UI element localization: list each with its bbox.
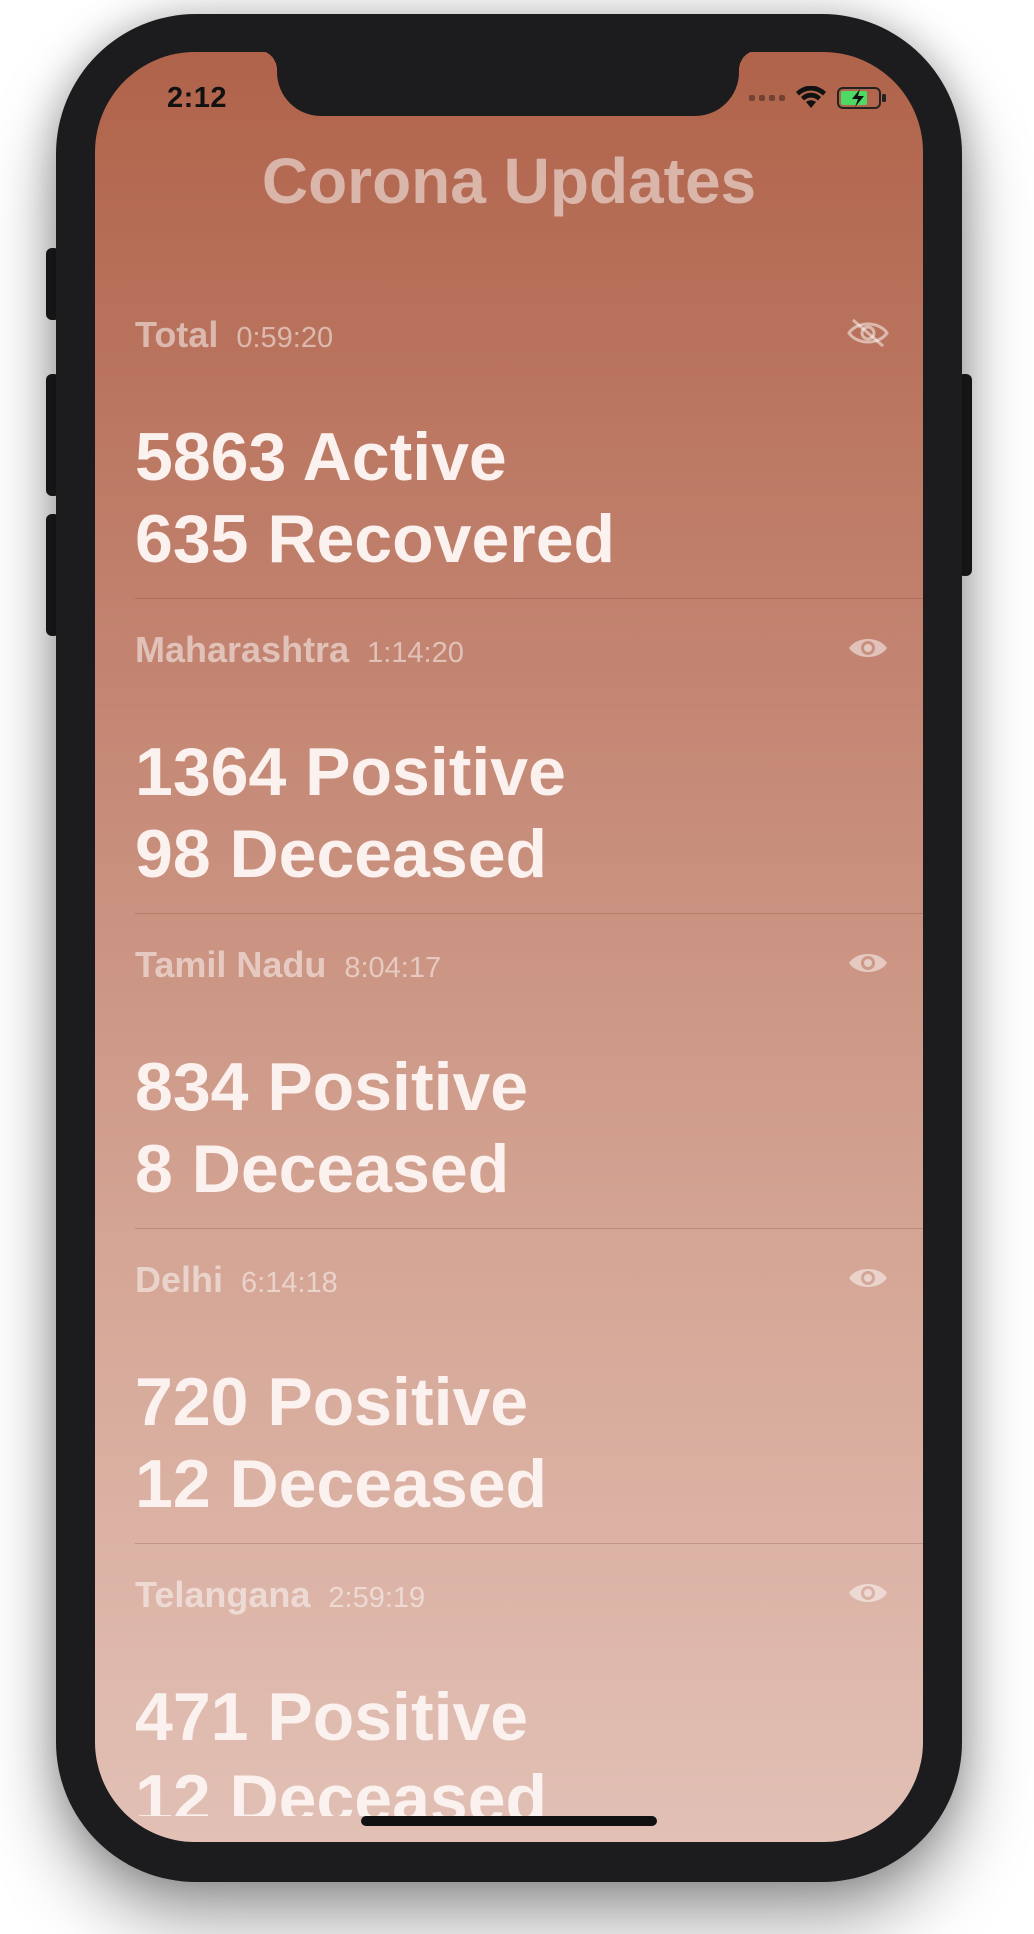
region-name: Telangana bbox=[135, 1574, 311, 1615]
region-name: Total bbox=[135, 314, 219, 355]
status-icons bbox=[749, 86, 887, 110]
list-item-delhi[interactable]: Delhi 6:14:18 720 Positive 12 Deceased bbox=[135, 1229, 923, 1544]
section-header: Maharashtra 1:14:20 bbox=[135, 629, 464, 671]
eye-slash-icon[interactable] bbox=[847, 318, 889, 348]
status-time: 2:12 bbox=[167, 82, 228, 114]
eye-icon[interactable] bbox=[847, 1263, 889, 1293]
update-timer: 8:04:17 bbox=[344, 952, 442, 984]
region-list[interactable]: Total 0:59:20 5863 Active 635 Recovered … bbox=[135, 284, 923, 1842]
update-timer: 0:59:20 bbox=[236, 322, 334, 354]
section-header: Total 0:59:20 bbox=[135, 314, 333, 356]
section-header: Telangana 2:59:19 bbox=[135, 1574, 425, 1616]
cellular-signal-icon bbox=[749, 95, 785, 101]
stage: 2:12 Corona Updates Total 0:59:20 5863 A… bbox=[0, 0, 1034, 1934]
stat-primary: 1364 Positive bbox=[135, 734, 566, 810]
stat-primary: 720 Positive bbox=[135, 1364, 529, 1440]
region-name: Tamil Nadu bbox=[135, 944, 327, 985]
stat-primary: 471 Positive bbox=[135, 1679, 529, 1755]
stat-primary: 834 Positive bbox=[135, 1049, 529, 1125]
stat-primary: 5863 Active bbox=[135, 419, 507, 495]
section-header: Delhi 6:14:18 bbox=[135, 1259, 338, 1301]
list-item-telangana[interactable]: Telangana 2:59:19 471 Positive 12 Deceas… bbox=[135, 1544, 923, 1842]
wifi-icon bbox=[796, 86, 826, 108]
stat-secondary: 12 Deceased bbox=[135, 1761, 548, 1816]
list-item-total[interactable]: Total 0:59:20 5863 Active 635 Recovered bbox=[135, 284, 923, 599]
stat-secondary: 8 Deceased bbox=[135, 1131, 510, 1207]
stat-secondary: 98 Deceased bbox=[135, 816, 548, 892]
stat-secondary: 12 Deceased bbox=[135, 1446, 548, 1522]
eye-icon[interactable] bbox=[847, 1578, 889, 1608]
update-timer: 6:14:18 bbox=[241, 1267, 338, 1299]
app-title: Corona Updates bbox=[261, 145, 757, 217]
list-item-maharashtra[interactable]: Maharashtra 1:14:20 1364 Positive 98 Dec… bbox=[135, 599, 923, 914]
region-name: Maharashtra bbox=[135, 629, 350, 670]
region-name: Delhi bbox=[135, 1259, 224, 1300]
eye-icon[interactable] bbox=[847, 948, 889, 978]
update-timer: 2:59:19 bbox=[328, 1582, 426, 1614]
list-item-tamil-nadu[interactable]: Tamil Nadu 8:04:17 834 Positive 8 Deceas… bbox=[135, 914, 923, 1229]
stat-secondary: 635 Recovered bbox=[135, 501, 616, 577]
notch bbox=[257, 52, 759, 116]
section-header: Tamil Nadu 8:04:17 bbox=[135, 944, 441, 986]
update-timer: 1:14:20 bbox=[367, 637, 464, 669]
home-indicator[interactable] bbox=[361, 1816, 657, 1826]
eye-icon[interactable] bbox=[847, 633, 889, 663]
phone-screen: 2:12 Corona Updates Total 0:59:20 5863 A… bbox=[95, 52, 923, 1842]
battery-charging-icon bbox=[837, 87, 886, 109]
